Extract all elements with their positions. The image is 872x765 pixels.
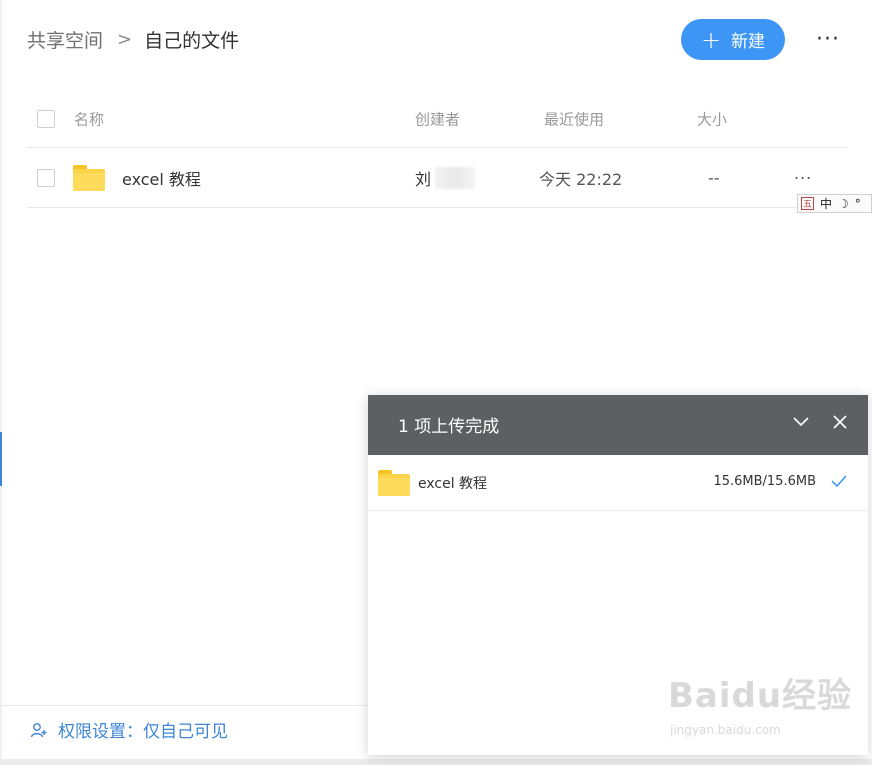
new-button-label: 新建 [731,32,766,52]
bottom-strip [0,759,872,765]
header-creator[interactable]: 创建者 [415,108,460,129]
folder-icon [378,470,410,496]
upload-title: 1 项上传完成 [398,417,500,437]
footer-divider [2,705,368,706]
table-header: 名称 创建者 最近使用 大小 [27,90,847,148]
ime-toolbar[interactable]: 五 中 ☽ ° [797,194,872,213]
row-more-button[interactable]: ··· [794,168,812,187]
more-options-button[interactable]: ··· [816,27,840,52]
breadcrumb-shared-space[interactable]: 共享空间 [27,26,103,53]
row-checkbox[interactable] [37,168,55,187]
new-button[interactable]: + 新建 [681,19,785,60]
upload-item: excel 教程 15.6MB/15.6MB [368,455,868,511]
ime-language[interactable]: 中 [820,195,832,212]
row-last-used: 今天 22:22 [539,169,623,189]
plus-icon: + [700,25,722,54]
creator-name: 刘 [415,169,432,189]
breadcrumb: 共享空间 > 自己的文件 [27,26,239,53]
left-edge [0,0,2,765]
header-size[interactable]: 大小 [697,108,727,129]
row-creator: 刘 [415,166,476,190]
upload-item-size: 15.6MB/15.6MB [713,474,816,489]
select-all-checkbox[interactable] [37,109,55,128]
moon-icon[interactable]: ☽ [838,197,849,211]
blurred-region [435,166,476,189]
file-table: 名称 创建者 最近使用 大小 excel 教程 刘 今天 22:22 -- ··… [27,90,847,208]
header-name[interactable]: 名称 [74,108,104,129]
breadcrumb-current: 自己的文件 [144,30,240,52]
permission-settings[interactable]: 权限设置：仅自己可见 [30,717,228,742]
close-icon[interactable] [831,413,849,431]
chevron-down-icon[interactable] [792,413,810,431]
breadcrumb-separator: > [117,29,133,50]
ime-wubi-icon[interactable]: 五 [801,197,814,210]
user-plus-icon [30,722,47,737]
upload-header: 1 项上传完成 [368,395,868,455]
watermark-url: jingyan.baidu.com [670,723,781,737]
table-row[interactable]: excel 教程 刘 今天 22:22 -- ··· [27,148,847,208]
row-size: -- [708,168,720,187]
folder-icon [73,164,105,191]
watermark: Baidu经验 jingyan.baidu.com [668,668,853,737]
check-icon [831,475,847,488]
header-last-used[interactable]: 最近使用 [544,108,604,129]
watermark-logo: Baidu经验 [668,676,853,716]
upload-item-name: excel 教程 [418,476,488,492]
left-scroll-indicator[interactable] [0,432,2,486]
row-name[interactable]: excel 教程 [122,166,201,190]
permission-text[interactable]: 权限设置：仅自己可见 [58,717,228,742]
punctuation-icon[interactable]: ° [855,197,861,211]
